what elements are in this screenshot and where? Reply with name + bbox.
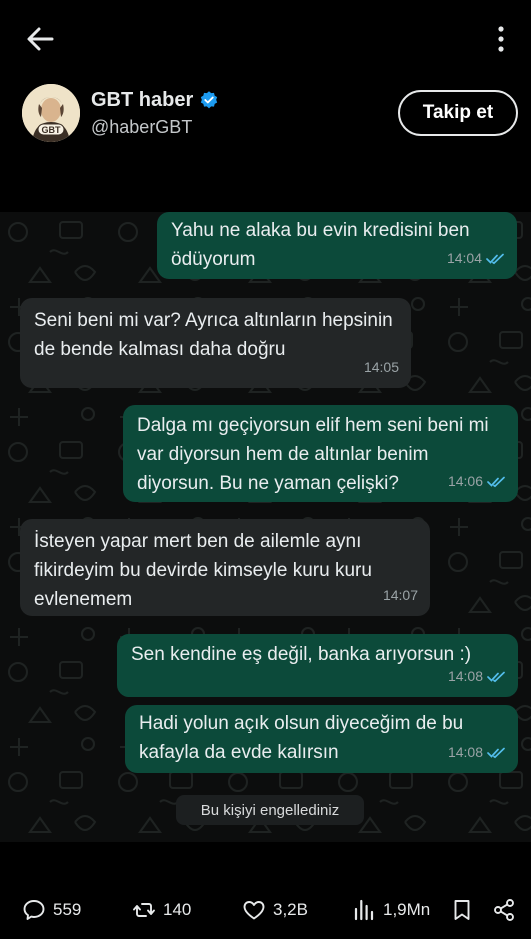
reply-button[interactable]: 559 (22, 890, 81, 930)
display-name[interactable]: GBT haber (91, 89, 193, 112)
message-time: 14:06 (447, 473, 483, 489)
message-time: 14:04 (446, 250, 482, 266)
double-check-icon (487, 476, 505, 487)
verified-badge-icon (201, 91, 218, 109)
message-meta: 14:08 (448, 662, 506, 691)
reply-icon (23, 900, 45, 920)
display-name-row: GBT haber (91, 87, 219, 113)
message-time: 14:08 (447, 744, 483, 760)
follow-button[interactable]: Takip et (398, 90, 518, 136)
chat-message-outgoing: Sen kendine eş değil, banka arıyorsun :)… (117, 634, 518, 697)
message-time: 14:07 (382, 587, 418, 603)
views-icon (354, 899, 374, 921)
chat-message-outgoing: Hadi yolun açık olsun diyeceğim de bu ka… (125, 705, 518, 773)
message-time: 14:05 (363, 359, 399, 375)
message-meta: 14:08 (448, 738, 506, 767)
share-icon (494, 899, 514, 921)
bookmark-icon (454, 900, 470, 920)
post-action-bar: 559 140 3,2B 1,9Mn (0, 890, 531, 930)
back-button[interactable] (22, 22, 58, 56)
chat-message-outgoing: Dalga mı geçiyorsun elif hem seni beni m… (123, 405, 518, 502)
user-handle[interactable]: @haberGBT (91, 117, 192, 138)
repost-count: 140 (163, 900, 192, 919)
back-arrow-icon (27, 27, 54, 51)
avatar[interactable]: GBT (22, 84, 80, 142)
bookmark-button[interactable] (450, 890, 474, 930)
views-button[interactable]: 1,9Mn (352, 890, 430, 930)
view-count: 1,9Mn (383, 900, 431, 919)
blocked-contact-notice: Bu kişiyi engellediniz (176, 795, 364, 825)
top-bar (0, 0, 531, 80)
message-meta: 14:07 (383, 581, 418, 610)
message-text: Seni beni mi var? Ayrıca altınların heps… (34, 310, 393, 360)
share-button[interactable] (492, 890, 516, 930)
message-time: 14:08 (447, 668, 483, 684)
reply-count: 559 (53, 900, 82, 919)
double-check-icon (487, 671, 505, 682)
avatar-portrait: GBT (22, 84, 80, 142)
more-options-button[interactable] (486, 22, 516, 56)
double-check-icon (487, 747, 505, 758)
message-text: İsteyen yapar mert ben de ailemle aynı f… (34, 531, 372, 610)
like-icon (243, 901, 265, 920)
avatar-label: GBT (42, 125, 62, 135)
chat-message-incoming: İsteyen yapar mert ben de ailemle aynı f… (20, 519, 430, 616)
post-author: GBT GBT haber @haberGBT Takip et (22, 84, 518, 144)
chat-message-incoming: Seni beni mi var? Ayrıca altınların heps… (20, 298, 411, 388)
repost-button[interactable]: 140 (132, 890, 191, 930)
chat-message-outgoing: Yahu ne alaka bu evin kredisini ben ödüy… (157, 212, 517, 279)
message-meta: 14:06 (448, 467, 506, 496)
more-vertical-icon (498, 26, 504, 52)
message-meta: 14:04 (447, 244, 505, 273)
double-check-icon (486, 253, 504, 264)
like-button[interactable]: 3,2B (242, 890, 308, 930)
message-meta: 14:05 (364, 353, 399, 382)
like-count: 3,2B (273, 900, 308, 919)
repost-icon (133, 903, 155, 917)
